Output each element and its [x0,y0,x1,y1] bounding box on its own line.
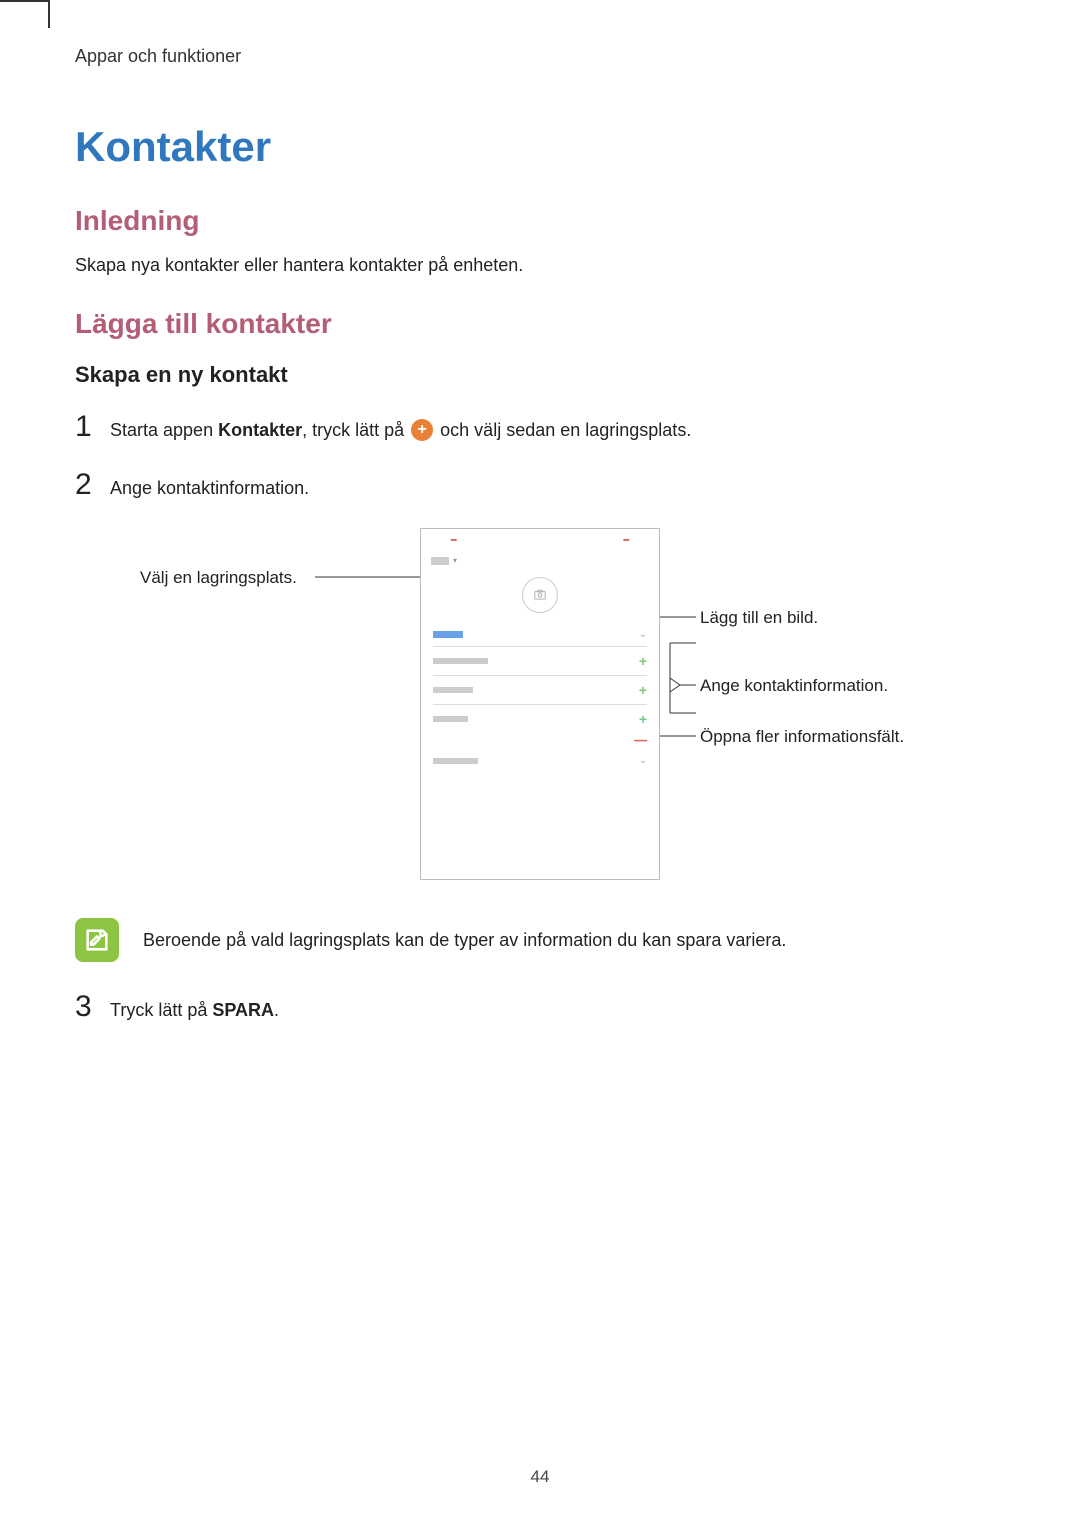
mock-phone-field: + [433,647,647,676]
plus-icon: + [411,419,433,441]
decorative-corner-h [0,0,48,2]
mock-avatar-circle [522,577,558,613]
step1-bold: Kontakter [218,420,302,440]
step-3: 3 Tryck lätt på SPARA. [75,992,1005,1024]
decorative-corner-v [48,0,50,28]
mock-save-label: ━ [624,535,629,546]
step1-part-c: , tryck lätt på [302,420,409,440]
note-text: Beroende på vald lagringsplats kan de ty… [143,928,786,953]
mock-field-label [433,631,463,638]
step1-part-a: Starta appen [110,420,218,440]
breadcrumb: Appar och funktioner [75,46,1005,67]
diagram-container: Välj en lagringsplats. Lägg till en bild… [75,528,1005,888]
mock-field-label [433,687,473,693]
step-number: 2 [75,470,95,500]
step3-bold: SPARA [212,1000,274,1020]
step-text: Starta appen Kontakter, tryck lätt på + … [110,417,1005,444]
chevron-down-icon: ▾ [453,556,457,565]
step-number: 1 [75,412,95,442]
mock-storage-row: ▾ [421,552,659,569]
mock-storage-box [431,557,449,565]
section-heading-inledning: Inledning [75,205,1005,237]
note-icon [75,918,119,962]
callout-enter-info: Ange kontaktinformation. [700,676,888,696]
step3-part-a: Tryck lätt på [110,1000,212,1020]
page-title: Kontakter [75,123,1005,171]
phone-mock: ━ ━ ▾ ⌄ [420,528,660,880]
mock-name-field: ⌄ [433,623,647,647]
callout-more-fields: Öppna fler informationsfält. [700,727,904,747]
step-2: 2 Ange kontaktinformation. [75,470,1005,502]
mock-email-field: + [433,676,647,705]
step1-part-d: och välj sedan en lagringsplats. [435,420,691,440]
plus-icon: + [639,682,647,698]
mock-expand-row: ⌄ [433,749,647,772]
page-number: 44 [0,1467,1080,1487]
plus-icon: + [639,711,647,727]
chevron-down-icon: ⌄ [639,755,647,766]
mock-field-label [433,758,478,764]
note: Beroende på vald lagringsplats kan de ty… [75,918,1005,962]
mock-cancel-label: ━ [451,535,456,546]
step-text: Tryck lätt på SPARA. [110,997,1005,1024]
step3-part-c: . [274,1000,279,1020]
mock-field-label [433,716,468,722]
mock-field-label [433,658,488,664]
section-heading-add: Lägga till kontakter [75,308,1005,340]
mock-more-row: ━━━ [421,733,659,749]
plus-icon: + [639,653,647,669]
step-1: 1 Starta appen Kontakter, tryck lätt på … [75,412,1005,444]
step-text: Ange kontaktinformation. [110,475,1005,502]
callout-add-image: Lägg till en bild. [700,608,818,628]
step-number: 3 [75,992,95,1022]
subheading-create: Skapa en ny kontakt [75,362,1005,388]
callout-storage: Välj en lagringsplats. [140,568,297,588]
intro-body: Skapa nya kontakter eller hantera kontak… [75,253,1005,278]
chevron-down-icon: ⌄ [639,629,647,640]
mock-group-field: + [433,705,647,733]
